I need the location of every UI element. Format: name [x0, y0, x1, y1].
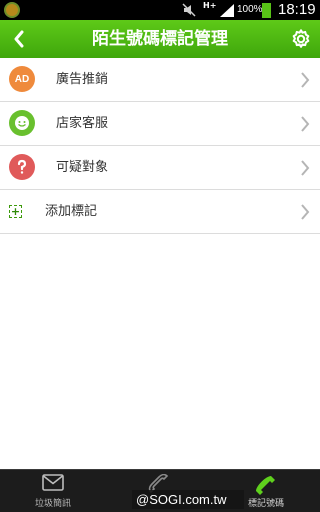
list-item-ad[interactable]: AD 廣告推銷	[0, 58, 320, 102]
network-type: H+	[203, 1, 217, 10]
gear-icon	[292, 29, 310, 48]
smiley-headset-icon	[9, 110, 35, 136]
tab-label: 垃圾簡訊	[34, 499, 71, 509]
title-bar: 陌生號碼標記管理	[0, 20, 320, 58]
clock: 18:19	[278, 1, 316, 18]
list-item-label: 店家客服	[56, 116, 109, 131]
list-item-customer-service[interactable]: 店家客服	[0, 102, 320, 146]
status-bar: H+ 100% 18:19	[0, 0, 320, 20]
tag-phone-icon	[256, 476, 275, 495]
chevron-right-icon	[301, 204, 310, 220]
add-tag-item[interactable]: + 添加標記	[0, 190, 320, 234]
tab-spam-sms[interactable]: 垃圾簡訊	[0, 470, 106, 512]
list-item-label: 可疑對象	[56, 160, 109, 175]
tag-list: AD 廣告推銷 店家客服 可疑對象 + 添加標記	[0, 58, 320, 234]
watermark: @SOGI.com.tw	[132, 490, 244, 509]
envelope-icon	[42, 474, 64, 491]
question-mark-icon	[9, 154, 35, 180]
back-button[interactable]	[8, 26, 30, 52]
plus-icon: +	[9, 205, 22, 218]
battery-percent: 100%	[237, 4, 263, 15]
chevron-right-icon	[301, 116, 310, 132]
signal-icon	[220, 4, 234, 17]
settings-button[interactable]	[288, 26, 314, 52]
page-title: 陌生號碼標記管理	[92, 29, 228, 49]
battery-icon	[262, 3, 271, 18]
chevron-left-icon	[14, 30, 24, 48]
app-notification-icon	[4, 2, 20, 18]
ad-icon: AD	[9, 66, 35, 92]
chevron-right-icon	[301, 72, 310, 88]
list-item-label: 廣告推銷	[56, 72, 109, 87]
add-tag-label: 添加標記	[45, 204, 98, 219]
list-item-suspicious[interactable]: 可疑對象	[0, 146, 320, 190]
mute-icon	[182, 3, 196, 17]
chevron-right-icon	[301, 160, 310, 176]
